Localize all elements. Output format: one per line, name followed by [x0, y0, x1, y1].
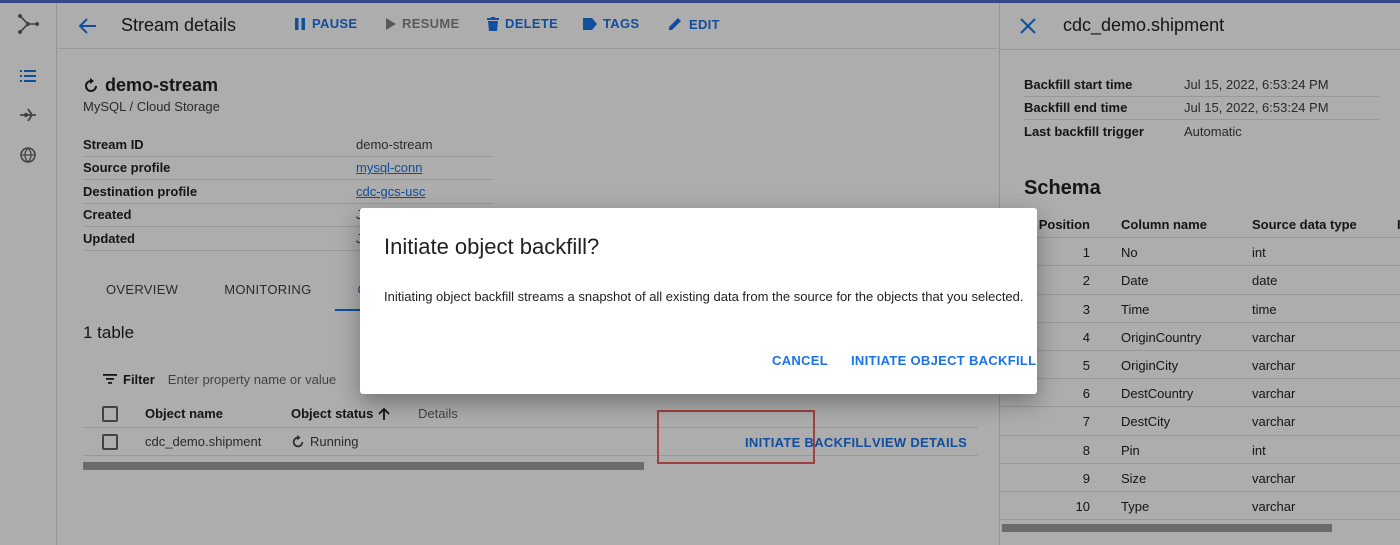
- dialog-body: Initiating object backfill streams a sna…: [384, 289, 1024, 304]
- app-root: Stream details PAUSE RESUME DELETE TAGS …: [0, 0, 1400, 545]
- initiate-backfill-highlight: [657, 410, 815, 464]
- dialog-title: Initiate object backfill?: [384, 234, 600, 259]
- initiate-backfill-dialog: Initiate object backfill? Initiating obj…: [360, 208, 1037, 394]
- cancel-button[interactable]: CANCEL: [772, 353, 828, 368]
- initiate-object-backfill-button[interactable]: INITIATE OBJECT BACKFILL: [851, 353, 1036, 368]
